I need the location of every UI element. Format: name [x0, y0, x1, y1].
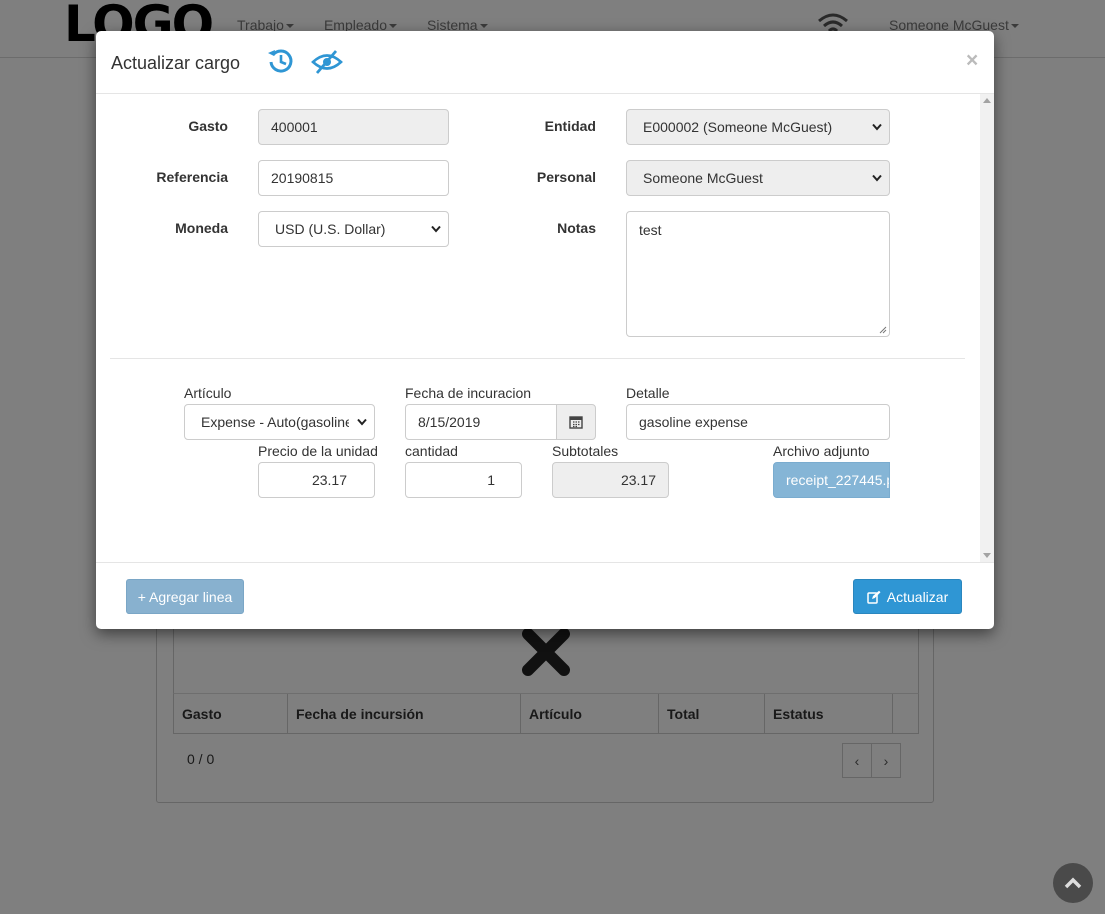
chevron-down-icon	[872, 174, 882, 182]
modal-scrollbar[interactable]	[980, 94, 994, 562]
fecha-input[interactable]: 8/15/2019	[405, 404, 557, 440]
scroll-to-top-button[interactable]	[1053, 863, 1093, 903]
articulo-label: Artículo	[184, 385, 232, 401]
detalle-value: gasoline expense	[639, 414, 748, 430]
moneda-label: Moneda	[175, 220, 228, 236]
chevron-up-icon	[1064, 877, 1082, 889]
moneda-value: USD (U.S. Dollar)	[275, 221, 386, 237]
personal-select[interactable]: Someone McGuest	[626, 160, 890, 196]
scroll-up-icon[interactable]	[983, 98, 991, 103]
personal-value: Someone McGuest	[643, 170, 763, 186]
referencia-label: Referencia	[156, 169, 228, 185]
referencia-input[interactable]: 20190815	[258, 160, 449, 196]
modal-header: Actualizar cargo ×	[96, 31, 994, 94]
chevron-down-icon	[431, 225, 441, 233]
archivo-label: Archivo adjunto	[773, 443, 870, 459]
detalle-input[interactable]: gasoline expense	[626, 404, 890, 440]
attachment-button[interactable]: receipt_227445.p	[773, 462, 890, 498]
attachment-filename: receipt_227445.p	[786, 472, 890, 488]
edit-icon	[867, 590, 881, 604]
modal-footer: + Agregar linea Actualizar	[96, 562, 994, 629]
gasto-label: Gasto	[188, 118, 228, 134]
section-divider	[110, 358, 965, 359]
calendar-icon	[569, 416, 583, 429]
precio-value: 23.17	[311, 472, 347, 488]
modal-body: Gasto 400001 Referencia 20190815 Moneda …	[96, 94, 994, 562]
precio-input[interactable]: 23.17	[258, 462, 375, 498]
update-charge-modal: Actualizar cargo × Gasto 400001 Referenc…	[96, 31, 994, 629]
articulo-select[interactable]: Expense - Auto(gasoline	[184, 404, 375, 440]
modal-title: Actualizar cargo	[111, 53, 241, 73]
calendar-button[interactable]	[556, 404, 596, 440]
update-button-label: Actualizar	[886, 588, 949, 605]
add-line-button[interactable]: + Agregar linea	[126, 579, 244, 614]
eye-slash-icon[interactable]	[311, 49, 343, 78]
scroll-down-icon[interactable]	[983, 553, 991, 558]
personal-label: Personal	[536, 169, 596, 185]
notas-value: test	[639, 222, 662, 238]
precio-label: Precio de la unidad	[258, 443, 378, 459]
cantidad-input[interactable]: 1	[405, 462, 522, 498]
detalle-label: Detalle	[626, 385, 670, 401]
cantidad-label: cantidad	[405, 443, 458, 459]
resize-handle-icon[interactable]	[879, 326, 887, 334]
cantidad-value: 1	[487, 472, 495, 488]
history-icon[interactable]	[267, 47, 295, 78]
entidad-label: Entidad	[544, 118, 596, 134]
entidad-value: E000002 (Someone McGuest)	[643, 119, 833, 135]
gasto-field: 400001	[258, 109, 449, 145]
articulo-value: Expense - Auto(gasoline	[201, 414, 349, 430]
entidad-select[interactable]: E000002 (Someone McGuest)	[626, 109, 890, 145]
notas-textarea[interactable]: test	[626, 211, 890, 337]
chevron-down-icon	[357, 418, 367, 426]
subtotal-value: 23.17	[620, 472, 656, 488]
subtotal-field: 23.17	[552, 462, 669, 498]
close-button[interactable]: ×	[966, 50, 978, 71]
moneda-select[interactable]: USD (U.S. Dollar)	[258, 211, 449, 247]
fecha-label: Fecha de incuracion	[405, 385, 532, 401]
fecha-value: 8/15/2019	[418, 414, 481, 430]
notas-label: Notas	[557, 220, 596, 236]
referencia-value: 20190815	[271, 170, 334, 186]
chevron-down-icon	[872, 123, 882, 131]
gasto-value: 400001	[271, 119, 318, 135]
subtotal-label: Subtotales	[552, 443, 619, 459]
update-button[interactable]: Actualizar	[853, 579, 962, 614]
